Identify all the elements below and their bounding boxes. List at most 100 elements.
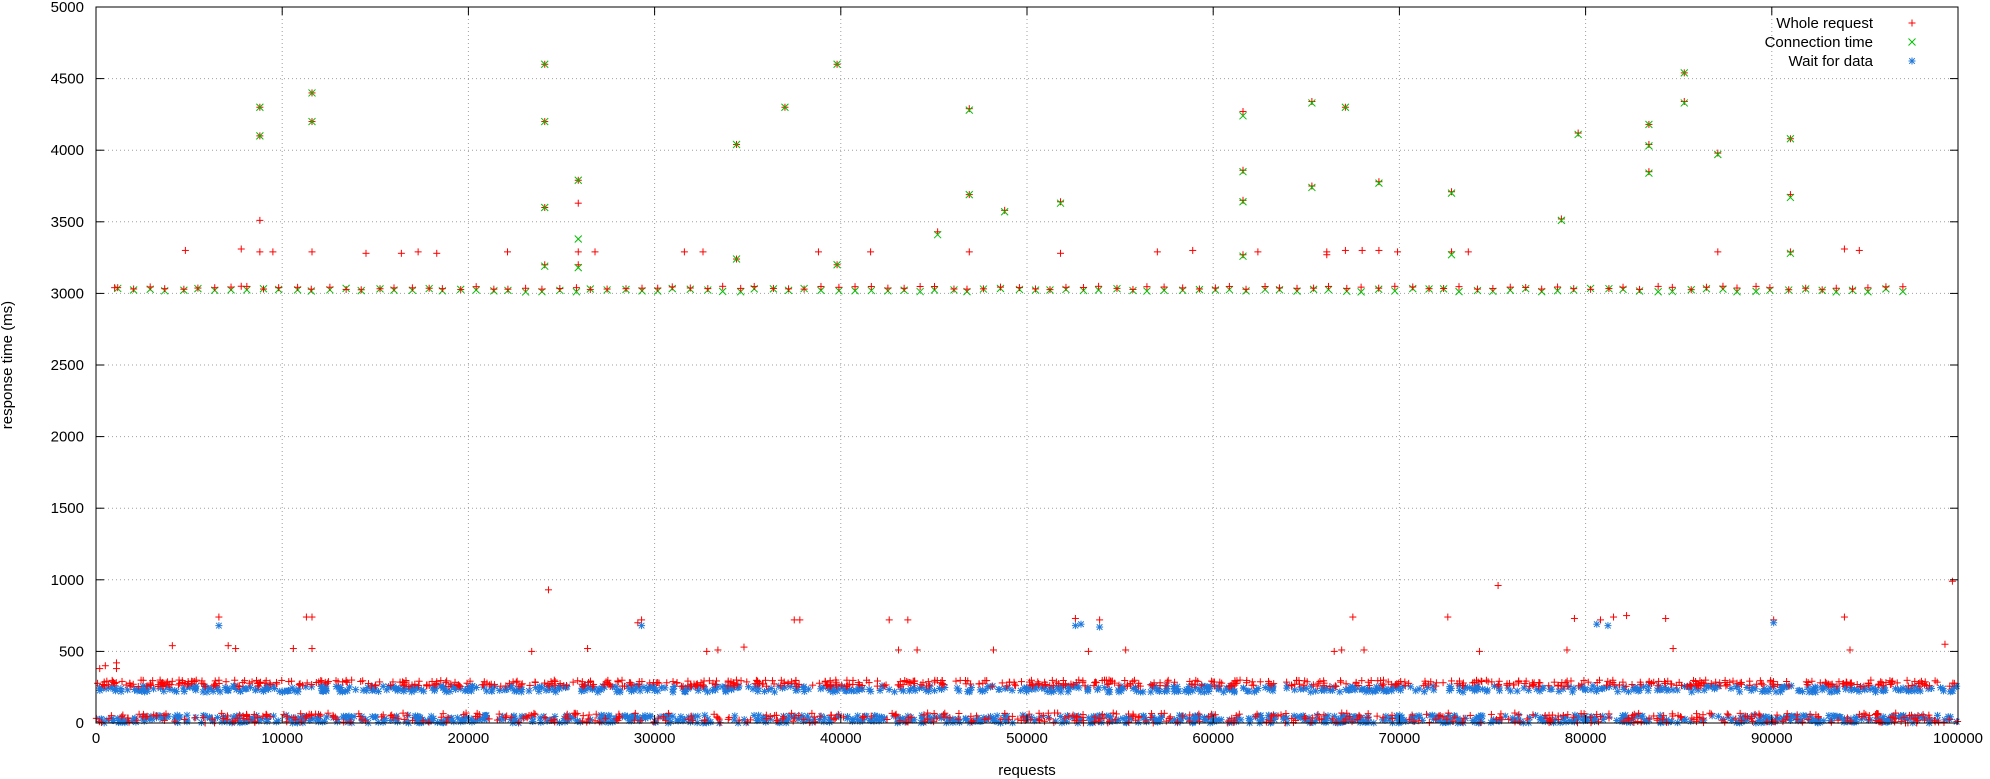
point-series-0: [397, 249, 405, 257]
band-point-whole: [1179, 284, 1187, 292]
band-point-whole: [1808, 677, 1816, 685]
band-point-whole: [1509, 681, 1517, 689]
point-series-0: [1669, 645, 1677, 653]
legend-label-wait-for-data: Wait for data: [1789, 53, 1874, 70]
band-point-wait: [1811, 683, 1819, 691]
band-point-whole: [1192, 676, 1200, 684]
point-series-0: [215, 613, 223, 621]
point-series-0: [1153, 248, 1161, 256]
band-point-wait: [1861, 686, 1869, 694]
band-point-whole: [1723, 710, 1731, 718]
band-point-wait: [352, 686, 360, 694]
band-point-wait: [1895, 686, 1903, 694]
band-point-wait: [709, 687, 717, 695]
band-point-whole: [851, 283, 859, 291]
x-tick-label: 50000: [1006, 730, 1048, 747]
point-series-0: [1375, 246, 1383, 254]
band-point-wait: [542, 686, 550, 694]
point-series-2: [1593, 620, 1601, 628]
band-point-whole: [1225, 282, 1233, 290]
band-point-wait: [1307, 688, 1315, 696]
y-tick-label: 2500: [51, 357, 84, 374]
band-point-wait: [1265, 685, 1273, 693]
point-series-0: [1239, 166, 1247, 174]
band-point-whole: [222, 678, 230, 686]
band-point-whole: [768, 677, 776, 685]
band-point-wait: [609, 718, 617, 726]
band-point-whole: [326, 283, 334, 291]
band-point-wait: [246, 683, 254, 691]
point-series-0: [256, 216, 264, 224]
point-series-0: [913, 646, 921, 654]
band-point-whole: [1707, 710, 1715, 718]
band-point-whole: [231, 676, 239, 684]
x-tick-label: 70000: [1379, 730, 1421, 747]
band-point-wait: [1568, 688, 1576, 696]
y-tick-label: 3500: [51, 214, 84, 231]
band-point-whole: [556, 285, 564, 293]
band-point-wait: [854, 712, 862, 720]
band-point-whole: [1554, 283, 1562, 291]
point-series-0: [1475, 647, 1483, 655]
y-tick-label: 1500: [51, 500, 84, 517]
point-series-0: [1001, 206, 1009, 214]
band-point-whole: [1634, 717, 1642, 725]
band-point-whole: [569, 678, 577, 686]
band-point-wait: [1592, 687, 1600, 695]
band-point-whole: [900, 284, 908, 292]
band-point-wait: [734, 683, 742, 691]
band-point-wait: [1060, 716, 1068, 724]
band-point-whole: [472, 283, 480, 291]
band-point-whole: [161, 285, 169, 293]
point-series-0: [1855, 246, 1863, 254]
band-point-wait: [595, 685, 603, 693]
band-point-whole: [743, 678, 751, 686]
band-point-whole: [1343, 284, 1351, 292]
band-point-whole: [342, 285, 350, 293]
point-series-2: [1077, 620, 1085, 628]
band-point-whole: [1211, 284, 1219, 292]
legend-markers: [1908, 19, 1916, 65]
band-point-whole: [1702, 283, 1710, 291]
x-tick-label: 100000: [1933, 730, 1983, 747]
point-series-0: [1645, 168, 1653, 176]
point-series-0: [989, 646, 997, 654]
band-point-whole: [884, 284, 892, 292]
point-series-0: [1464, 248, 1472, 256]
point-series-0: [111, 284, 119, 292]
band-point-whole: [307, 285, 315, 293]
band-point-whole: [835, 283, 843, 291]
point-series-0: [1786, 248, 1794, 256]
band-point-wait: [867, 687, 875, 695]
band-point-wait: [1634, 687, 1642, 695]
band-point-wait: [1473, 685, 1481, 693]
band-point-whole: [1477, 677, 1485, 685]
point-series-0: [1494, 582, 1502, 590]
band-point-wait: [843, 714, 851, 722]
y-tick-label: 5000: [51, 0, 84, 16]
band-point-wait: [771, 688, 779, 696]
legend: Whole request Connection time Wait for d…: [1765, 15, 1916, 70]
band-point-wait: [1711, 684, 1719, 692]
point-series-2: [1770, 619, 1778, 627]
band-point-whole: [785, 285, 793, 293]
band-point-whole: [1027, 676, 1035, 684]
band-point-wait: [224, 687, 232, 695]
point-series-0: [703, 647, 711, 655]
band-point-wait: [744, 683, 752, 691]
band-point-whole: [817, 282, 825, 290]
band-point-whole: [438, 285, 446, 293]
band-point-whole: [1515, 711, 1523, 719]
point-series-0: [1610, 613, 1618, 621]
point-series-0: [1623, 612, 1631, 620]
band-point-wait: [1944, 713, 1952, 721]
point-series-0: [1948, 577, 1956, 585]
band-point-wait: [1351, 686, 1359, 694]
band-point-whole: [585, 711, 593, 719]
band-point-whole: [294, 283, 302, 291]
band-point-wait: [799, 684, 807, 692]
band-point-whole: [1256, 678, 1264, 686]
band-point-whole: [1522, 283, 1530, 291]
band-point-whole: [1746, 677, 1754, 685]
band-point-wait: [525, 687, 533, 695]
